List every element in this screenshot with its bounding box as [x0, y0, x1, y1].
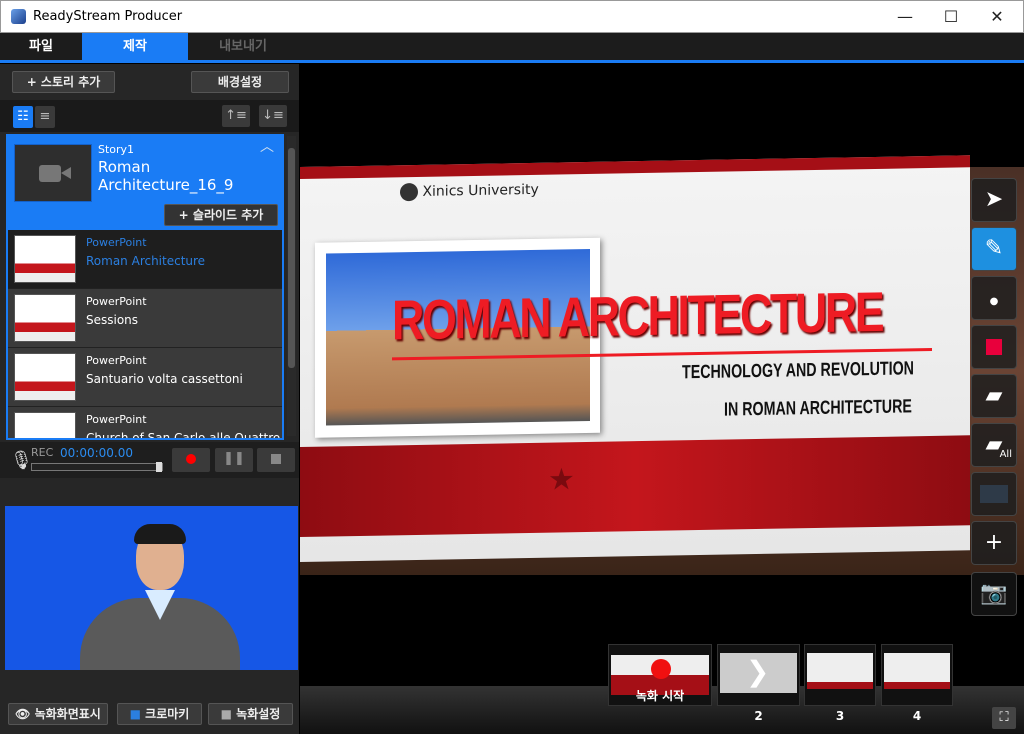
next-arrow-icon: ❯ — [746, 655, 770, 688]
erase-all-tool[interactable]: ▰ All — [971, 423, 1017, 467]
microphone-icon: 🎙 — [10, 450, 33, 471]
university-logo-icon — [400, 182, 418, 202]
show-screen-label: 녹화화면표시 — [34, 707, 101, 721]
person-icon: ■ — [129, 707, 141, 721]
record-start-icon — [651, 659, 671, 679]
tab-produce[interactable]: 제작 — [82, 33, 188, 63]
tab-bar: 파일 제작 내보내기 — [0, 33, 1024, 63]
slide-item[interactable]: PowerPoint Roman Architecture — [8, 230, 282, 289]
cursor-icon: ➤ — [984, 187, 1004, 212]
video-camera-icon — [39, 165, 61, 182]
recording-settings-button[interactable]: ■ 녹화설정 — [208, 703, 293, 725]
stop-button[interactable] — [257, 448, 295, 472]
rec-time: 00:00:00.00 — [60, 446, 133, 460]
story-item[interactable]: Story1 Roman Architecture_16_9 ︿ + 슬라이드 … — [8, 134, 282, 230]
slide-type: PowerPoint — [86, 236, 147, 249]
slide-title: Church of San Carlo alle Quattro — [86, 431, 281, 440]
add-story-button[interactable]: + 스토리 추가 — [12, 71, 115, 93]
university-text: Xinics University — [422, 181, 539, 200]
chroma-key-button[interactable]: ■ 크로마키 — [117, 703, 202, 725]
erase-all-label: All — [999, 449, 1012, 460]
filmstrip-thumb-3[interactable]: 3 — [804, 644, 876, 723]
thumb-number: 4 — [912, 709, 922, 723]
slide-title: ROMAN ARCHITECTURE — [392, 279, 883, 352]
rec-label: REC — [31, 446, 54, 459]
story-title: Roman Architecture_16_9 — [98, 158, 234, 194]
slide-thumbnail — [14, 294, 76, 342]
show-recording-screen-button[interactable]: 👁 녹화화면표시 — [8, 703, 108, 725]
webcam-preview — [5, 506, 298, 670]
add-slide-button[interactable]: + 슬라이드 추가 — [164, 204, 278, 226]
capture-icon: 📷 — [980, 581, 1008, 606]
record-start-label: 녹화 시작 — [635, 689, 685, 703]
slide-item[interactable]: PowerPoint Church of San Carlo alle Quat… — [8, 407, 282, 440]
list-view-icon[interactable]: ≡ — [35, 106, 55, 128]
slide-subtitle-1: TECHNOLOGY AND REVOLUTION — [682, 358, 914, 384]
slide-title: Roman Architecture — [86, 254, 206, 268]
title-bar: ReadyStream Producer — ☐ ✕ — [0, 0, 1024, 33]
background-tool[interactable] — [971, 472, 1017, 516]
slide-type: PowerPoint — [86, 413, 147, 426]
thumb-number: 2 — [754, 709, 763, 723]
star-icon: ★ — [548, 462, 575, 498]
maximize-button[interactable]: ☐ — [929, 5, 973, 29]
color-icon — [986, 339, 1002, 355]
fullscreen-icon[interactable]: ⛶ — [992, 707, 1016, 729]
pause-button[interactable]: ❚❚ — [215, 448, 253, 472]
story-list: Story1 Roman Architecture_16_9 ︿ + 슬라이드 … — [6, 134, 284, 440]
slide-item[interactable]: PowerPoint Santuario volta cassettoni — [8, 348, 282, 407]
eye-icon: 👁 — [15, 707, 31, 721]
app-logo-icon — [11, 9, 26, 24]
slide-type: PowerPoint — [86, 295, 147, 308]
settings-label: 녹화설정 — [236, 707, 281, 721]
pen-tool[interactable]: ✎ — [971, 227, 1017, 271]
capture-tool[interactable]: 📷 — [971, 572, 1017, 616]
recorder-bar: 🎙 REC 00:00:00.00 ❚❚ — [0, 442, 299, 478]
move-up-icon[interactable]: ↑≡ — [222, 105, 250, 127]
collapse-icon[interactable]: ︿ — [260, 136, 274, 156]
filmstrip-thumb-1[interactable]: 녹화 시작 — [608, 644, 712, 706]
story-label: Story1 — [98, 143, 135, 156]
slide-canvas: ★ Xinics University ROMAN ARCHITECTURE T… — [300, 155, 970, 562]
chroma-label: 크로마키 — [145, 707, 190, 721]
tab-export[interactable]: 내보내기 — [188, 33, 298, 63]
pen-size-tool[interactable]: ● — [971, 276, 1017, 320]
slide-thumbnail — [14, 412, 76, 438]
slide-title: Santuario volta cassettoni — [86, 372, 243, 386]
filmstrip-thumb-4[interactable]: 4 — [881, 644, 953, 723]
story-thumbnail — [14, 144, 92, 202]
slide-view[interactable]: ★ Xinics University ROMAN ARCHITECTURE T… — [300, 155, 1024, 575]
background-icon — [980, 485, 1008, 503]
tab-file[interactable]: 파일 — [0, 33, 82, 63]
move-down-icon[interactable]: ↓≡ — [259, 105, 287, 127]
record-button[interactable] — [172, 448, 210, 472]
slide-title: Sessions — [86, 313, 139, 327]
eraser-tool[interactable]: ▰ — [971, 374, 1017, 418]
slide-subtitle-2: IN ROMAN ARCHITECTURE — [724, 396, 912, 421]
university-name: Xinics University — [400, 181, 539, 202]
slide-thumbnail — [14, 235, 76, 283]
eraser-icon: ▰ — [985, 383, 1003, 408]
pen-size-icon: ● — [989, 296, 999, 307]
close-button[interactable]: ✕ — [975, 5, 1019, 29]
audio-level-slider[interactable] — [31, 462, 163, 472]
add-background-tool[interactable]: + — [971, 521, 1017, 565]
pen-color-tool[interactable] — [971, 325, 1017, 369]
pointer-tool[interactable]: ➤ — [971, 178, 1017, 222]
thumb-number: 3 — [835, 709, 845, 723]
window-title: ReadyStream Producer — [33, 9, 183, 24]
thumbnail-view-icon[interactable]: ☷ — [13, 106, 33, 128]
add-background-icon: + — [984, 530, 1004, 555]
filmstrip-thumb-2[interactable]: ❯ 2 — [717, 644, 800, 723]
background-settings-button[interactable]: 배경설정 — [191, 71, 289, 93]
slide-item[interactable]: PowerPoint Sessions — [8, 289, 282, 348]
minimize-button[interactable]: — — [883, 5, 927, 29]
pen-icon: ✎ — [984, 236, 1004, 261]
camera-settings-icon: ■ — [220, 707, 232, 721]
slide-type: PowerPoint — [86, 354, 147, 367]
story-list-scrollbar[interactable] — [287, 136, 296, 436]
slide-thumbnail — [14, 353, 76, 401]
